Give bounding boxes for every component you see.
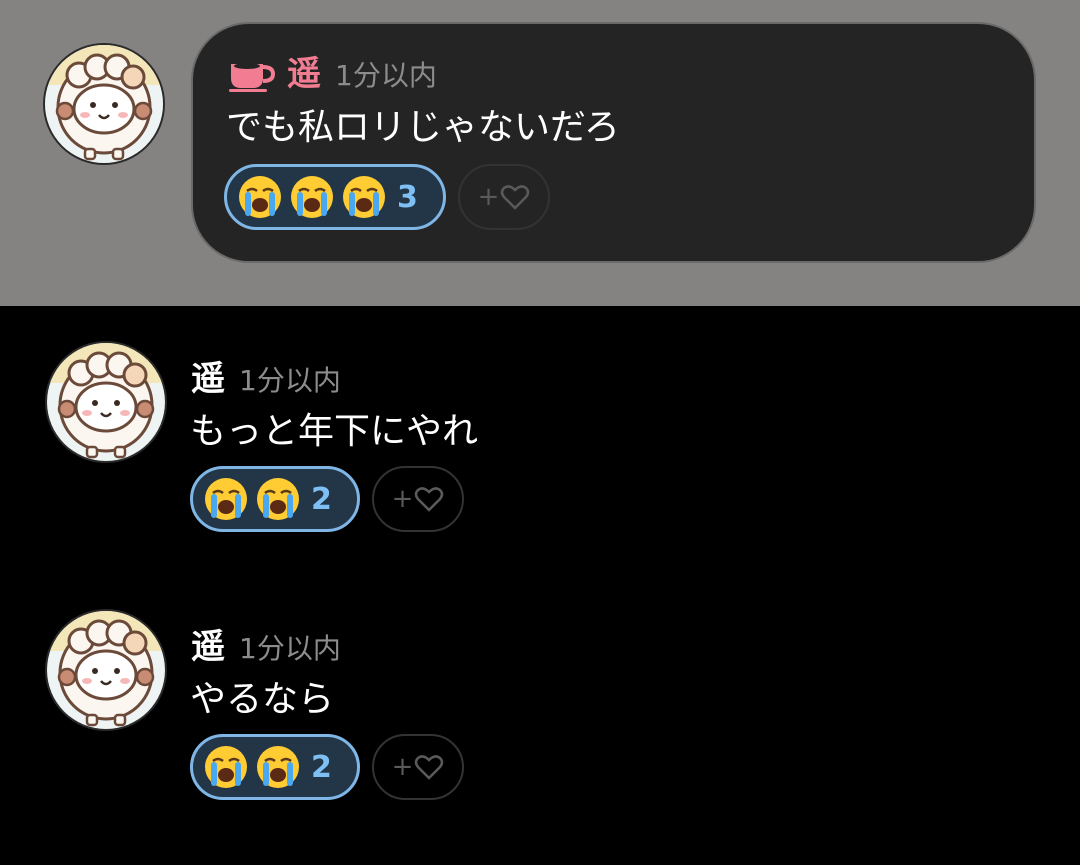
reaction-count: 3 bbox=[397, 179, 418, 215]
add-reaction-button[interactable]: + bbox=[372, 466, 464, 532]
username[interactable]: 遥 bbox=[191, 357, 225, 401]
loudly-crying-face-icon bbox=[239, 176, 281, 218]
reaction-count: 2 bbox=[311, 481, 332, 517]
add-reaction-label: + bbox=[391, 484, 414, 514]
add-reaction-label: + bbox=[477, 182, 500, 212]
add-reaction-button[interactable]: + bbox=[458, 164, 550, 230]
message-header: 遥 1分以内 bbox=[191, 357, 341, 401]
sheep-avatar-icon bbox=[45, 45, 163, 163]
heart-outline-icon bbox=[501, 185, 530, 210]
reaction-chip[interactable]: 2 bbox=[190, 734, 360, 800]
reaction-chip[interactable]: 3 bbox=[224, 164, 446, 230]
timestamp: 1分以内 bbox=[239, 364, 341, 397]
username[interactable]: 遥 bbox=[191, 625, 225, 669]
reaction-count: 2 bbox=[311, 749, 332, 785]
message-header: 遥 1分以内 bbox=[191, 625, 341, 669]
loudly-crying-face-icon bbox=[257, 746, 299, 788]
message-text: やるなら bbox=[190, 679, 335, 720]
reaction-chip[interactable]: 2 bbox=[190, 466, 360, 532]
loudly-crying-face-icon bbox=[257, 478, 299, 520]
heart-outline-icon bbox=[415, 755, 444, 780]
add-reaction-label: + bbox=[391, 752, 414, 782]
loudly-crying-face-icon bbox=[343, 176, 385, 218]
heart-outline-icon bbox=[415, 487, 444, 512]
timestamp: 1分以内 bbox=[239, 632, 341, 665]
add-reaction-button[interactable]: + bbox=[372, 734, 464, 800]
sheep-avatar-icon bbox=[47, 343, 165, 461]
avatar[interactable] bbox=[45, 609, 167, 731]
loudly-crying-face-icon bbox=[205, 478, 247, 520]
sheep-avatar-icon bbox=[47, 611, 165, 729]
message-header: 遥 1分以内 bbox=[227, 52, 437, 96]
coffee-cup-icon bbox=[229, 63, 276, 92]
timestamp: 1分以内 bbox=[335, 59, 437, 92]
username[interactable]: 遥 bbox=[287, 52, 321, 96]
message-text: でも私ロリじゃないだろ bbox=[226, 107, 620, 148]
loudly-crying-face-icon bbox=[205, 746, 247, 788]
avatar[interactable] bbox=[43, 43, 165, 165]
message-text: もっと年下にやれ bbox=[190, 411, 479, 452]
avatar[interactable] bbox=[45, 341, 167, 463]
loudly-crying-face-icon bbox=[291, 176, 333, 218]
